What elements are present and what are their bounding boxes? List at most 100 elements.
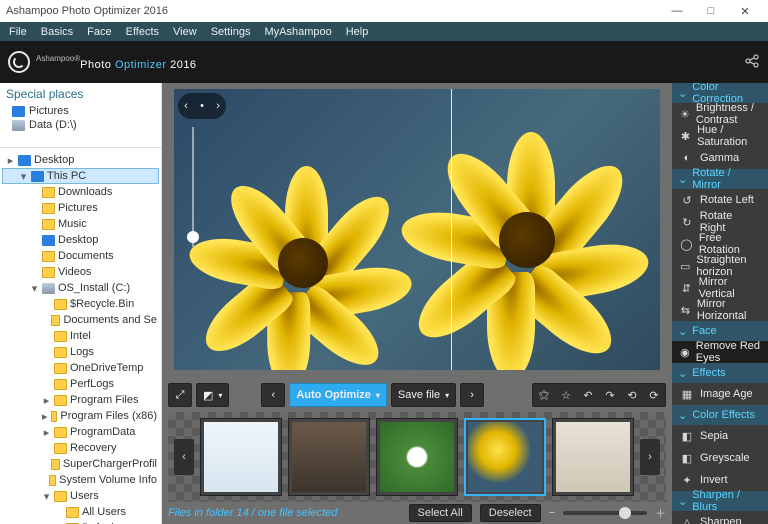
panel-item[interactable]: ✱Hue / Saturation: [672, 125, 768, 147]
tree-node[interactable]: PerfLogs: [2, 376, 159, 392]
panel-item[interactable]: ◧Sepia: [672, 425, 768, 447]
menu-effects[interactable]: Effects: [119, 24, 166, 40]
tree-node[interactable]: ▾This PC: [2, 168, 159, 184]
panel-item[interactable]: ◉Remove Red Eyes: [672, 341, 768, 363]
tree-node[interactable]: ▾Users: [2, 488, 159, 504]
filmstrip[interactable]: ‹ ›: [168, 412, 666, 502]
wand-icon[interactable]: ⚝: [533, 384, 555, 406]
menu-settings[interactable]: Settings: [204, 24, 258, 40]
panel-section-header[interactable]: ⌄Sharpen / Blurs: [672, 491, 768, 511]
panel-section-header[interactable]: ⌄Face: [672, 321, 768, 341]
deselect-button[interactable]: Deselect: [480, 504, 541, 522]
tree-node[interactable]: ▸Desktop: [2, 152, 159, 168]
fullscreen-button[interactable]: ⤢: [168, 383, 192, 407]
zoom-out-icon[interactable]: −: [549, 507, 555, 519]
thumbnail[interactable]: [288, 418, 370, 496]
panel-item[interactable]: ◐Gamma: [672, 147, 768, 169]
tree-node[interactable]: OneDriveTemp: [2, 360, 159, 376]
nav-right-icon[interactable]: ›: [216, 100, 220, 112]
tree-node[interactable]: Music: [2, 216, 159, 232]
thumbnail[interactable]: [200, 418, 282, 496]
tree-twisty[interactable]: ▾: [30, 282, 39, 295]
panel-item[interactable]: ◯Free Rotation: [672, 233, 768, 255]
special-item-data[interactable]: Data (D:\): [6, 118, 155, 132]
undo-icon[interactable]: ↶: [577, 384, 599, 406]
menu-basics[interactable]: Basics: [34, 24, 80, 40]
panel-section-header[interactable]: ⌄Effects: [672, 363, 768, 383]
preview-nav[interactable]: ‹•›: [178, 93, 226, 119]
tree-label: Desktop: [58, 234, 98, 246]
panel-item[interactable]: ✦Invert: [672, 469, 768, 491]
tree-node[interactable]: ▸Program Files: [2, 392, 159, 408]
folder-tree[interactable]: ▸Desktop▾This PC Downloads Pictures Musi…: [0, 148, 161, 524]
tree-node[interactable]: System Volume Info: [2, 472, 159, 488]
tree-node[interactable]: Documents and Se: [2, 312, 159, 328]
maximize-button[interactable]: □: [694, 0, 728, 22]
tree-twisty[interactable]: ▾: [42, 490, 51, 503]
panel-item[interactable]: ↺Rotate Left: [672, 189, 768, 211]
redo-icon[interactable]: ↷: [599, 384, 621, 406]
strip-next-button[interactable]: ›: [640, 439, 660, 475]
zoom-in-icon[interactable]: ＋: [655, 505, 666, 521]
tree-node[interactable]: ▸Program Files (x86): [2, 408, 159, 424]
zoom-slider-rail[interactable]: [192, 127, 194, 247]
auto-optimize-button[interactable]: Auto Optimize▾: [289, 383, 387, 407]
image-preview[interactable]: ‹•›: [168, 83, 666, 376]
redo-all-icon[interactable]: ⟳: [643, 384, 665, 406]
thumbnail[interactable]: [464, 418, 546, 496]
panel-item[interactable]: ⇆Mirror Horizontal: [672, 299, 768, 321]
menu-face[interactable]: Face: [80, 24, 118, 40]
tree-node[interactable]: SuperChargerProfil: [2, 456, 159, 472]
star-icon[interactable]: ☆: [555, 384, 577, 406]
panel-section-header[interactable]: ⌄Rotate / Mirror: [672, 169, 768, 189]
panel-item[interactable]: ⇵Mirror Vertical: [672, 277, 768, 299]
tree-node[interactable]: ▸Default: [2, 520, 159, 524]
compare-button[interactable]: ◩▾: [196, 383, 229, 407]
menu-view[interactable]: View: [166, 24, 204, 40]
tree-twisty[interactable]: ▸: [42, 426, 51, 439]
panel-item[interactable]: ☀Brightness / Contrast: [672, 103, 768, 125]
thumbnail[interactable]: [376, 418, 458, 496]
compare-splitter[interactable]: [451, 89, 452, 370]
panel-section-header[interactable]: ⌄Color Correction: [672, 83, 768, 103]
tree-twisty[interactable]: ▾: [19, 170, 28, 183]
zoom-slider-knob[interactable]: [187, 231, 199, 243]
special-item-pictures[interactable]: Pictures: [6, 104, 155, 118]
close-button[interactable]: ✕: [728, 0, 762, 22]
thumbnail[interactable]: [552, 418, 634, 496]
minimize-button[interactable]: —: [660, 0, 694, 22]
prev-image-button[interactable]: ‹: [261, 383, 285, 407]
menu-myashampoo[interactable]: MyAshampoo: [257, 24, 338, 40]
thumb-size-slider[interactable]: [563, 511, 647, 515]
tree-node[interactable]: Desktop: [2, 232, 159, 248]
panel-section-header[interactable]: ⌄Color Effects: [672, 405, 768, 425]
tree-node[interactable]: Intel: [2, 328, 159, 344]
nav-left-icon[interactable]: ‹: [184, 100, 188, 112]
save-file-button[interactable]: Save file▾: [391, 383, 456, 407]
tree-twisty[interactable]: ▸: [6, 154, 15, 167]
tree-twisty[interactable]: ▸: [42, 394, 51, 407]
tree-node[interactable]: Documents: [2, 248, 159, 264]
tree-node[interactable]: ▾OS_Install (C:): [2, 280, 159, 296]
tree-node[interactable]: ▸ProgramData: [2, 424, 159, 440]
tree-node[interactable]: Pictures: [2, 200, 159, 216]
strip-prev-button[interactable]: ‹: [174, 439, 194, 475]
panel-item[interactable]: ▭Straighten horizon: [672, 255, 768, 277]
panel-item[interactable]: ◧Greyscale: [672, 447, 768, 469]
tree-twisty[interactable]: ▸: [42, 410, 48, 423]
panel-item[interactable]: ↻Rotate Right: [672, 211, 768, 233]
tree-node[interactable]: Videos: [2, 264, 159, 280]
item-label: Image Age: [700, 388, 753, 400]
tree-node[interactable]: Downloads: [2, 184, 159, 200]
menu-help[interactable]: Help: [339, 24, 376, 40]
tree-node[interactable]: Logs: [2, 344, 159, 360]
tree-node[interactable]: All Users: [2, 504, 159, 520]
select-all-button[interactable]: Select All: [409, 504, 472, 522]
menu-file[interactable]: File: [2, 24, 34, 40]
share-icon[interactable]: [744, 53, 760, 72]
tree-node[interactable]: Recovery: [2, 440, 159, 456]
tree-node[interactable]: $Recycle.Bin: [2, 296, 159, 312]
panel-item[interactable]: ▦Image Age: [672, 383, 768, 405]
revert-icon[interactable]: ⟲: [621, 384, 643, 406]
next-image-button[interactable]: ›: [460, 383, 484, 407]
